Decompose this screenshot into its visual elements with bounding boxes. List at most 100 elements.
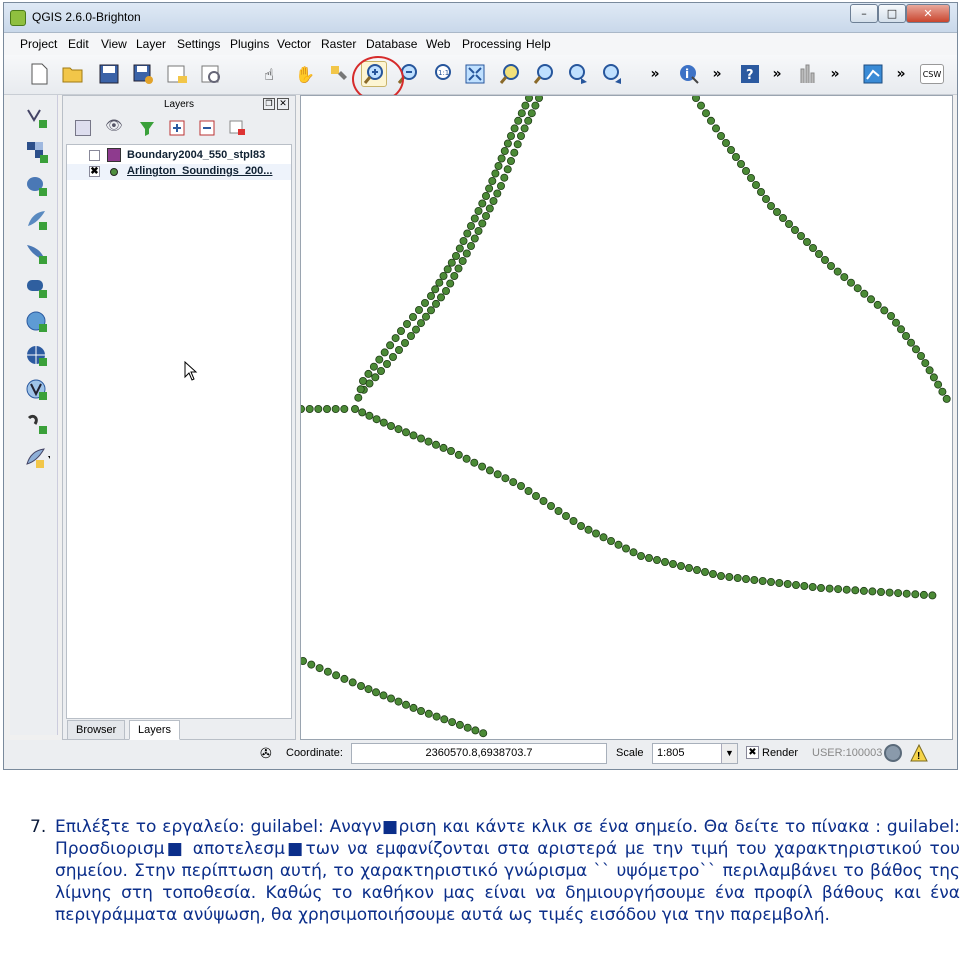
zoom-next-icon[interactable] — [599, 61, 625, 87]
sounding-point[interactable] — [925, 366, 934, 375]
sounding-point[interactable] — [684, 563, 693, 572]
menu-view[interactable]: View — [101, 37, 127, 51]
sounding-point[interactable] — [448, 718, 457, 727]
sounding-point[interactable] — [458, 256, 467, 265]
undock-icon[interactable]: ❐ — [263, 98, 275, 110]
save-as-icon[interactable] — [130, 61, 156, 87]
sounding-point[interactable] — [415, 305, 424, 314]
raster-histogram-icon[interactable] — [796, 61, 822, 87]
sounding-point[interactable] — [364, 685, 373, 694]
collapse-all-icon[interactable] — [199, 120, 217, 140]
sounding-point[interactable] — [873, 300, 882, 309]
sounding-point[interactable] — [439, 443, 448, 452]
menu-database[interactable]: Database — [366, 37, 417, 51]
sounding-point[interactable] — [358, 408, 367, 417]
toggle-extents-icon[interactable]: ✇ — [260, 745, 272, 762]
sounding-point[interactable] — [412, 325, 421, 334]
menu-raster[interactable]: Raster — [321, 37, 356, 51]
sounding-point[interactable] — [500, 173, 509, 182]
menu-vector[interactable]: Vector — [277, 37, 311, 51]
sounding-point[interactable] — [447, 258, 456, 267]
sounding-point[interactable] — [380, 348, 389, 357]
sounding-point[interactable] — [491, 169, 500, 178]
sounding-point[interactable] — [521, 101, 530, 110]
sounding-point[interactable] — [462, 249, 471, 258]
sounding-point[interactable] — [851, 586, 860, 595]
sounding-point[interactable] — [721, 139, 730, 148]
sounding-point[interactable] — [397, 326, 406, 335]
sounding-point[interactable] — [427, 291, 436, 300]
sounding-point[interactable] — [506, 157, 515, 166]
add-mssql-layer-icon[interactable] — [24, 241, 50, 267]
render-checkbox[interactable]: ✖ — [746, 746, 759, 759]
filter-legend-icon[interactable] — [139, 120, 155, 140]
sounding-point[interactable] — [481, 192, 490, 201]
csw-button[interactable]: CSW — [920, 64, 944, 84]
sounding-point[interactable] — [746, 174, 755, 183]
add-oracle-layer-icon[interactable] — [24, 275, 50, 301]
sounding-point[interactable] — [912, 345, 921, 354]
add-raster-layer-icon[interactable] — [24, 139, 50, 165]
menu-layer[interactable]: Layer — [136, 37, 166, 51]
menu-edit[interactable]: Edit — [68, 37, 89, 51]
sounding-point[interactable] — [561, 511, 570, 520]
close-button[interactable]: ✕ — [906, 4, 950, 23]
sounding-point[interactable] — [375, 355, 384, 364]
sounding-point[interactable] — [436, 293, 445, 302]
sounding-point[interactable] — [471, 726, 480, 735]
open-project-icon[interactable] — [60, 61, 86, 87]
sounding-point[interactable] — [576, 521, 585, 530]
sounding-point[interactable] — [466, 241, 475, 250]
sounding-point[interactable] — [921, 359, 930, 368]
sounding-point[interactable] — [424, 437, 433, 446]
sounding-point[interactable] — [772, 208, 781, 217]
sounding-point[interactable] — [796, 231, 805, 240]
zoom-last-icon[interactable] — [565, 61, 591, 87]
sounding-point[interactable] — [692, 96, 700, 102]
zoom-to-selection-icon[interactable] — [497, 61, 523, 87]
sounding-point[interactable] — [383, 359, 392, 368]
menu-processing[interactable]: Processing — [462, 37, 521, 51]
sounding-point[interactable] — [842, 585, 851, 594]
sounding-point[interactable] — [417, 319, 426, 328]
sounding-point[interactable] — [591, 529, 600, 538]
sounding-point[interactable] — [853, 284, 862, 293]
sounding-point[interactable] — [510, 124, 519, 133]
sounding-point[interactable] — [488, 177, 497, 186]
sounding-point[interactable] — [880, 306, 889, 315]
sounding-point[interactable] — [466, 222, 475, 231]
sounding-point[interactable] — [479, 729, 488, 738]
sounding-point[interactable] — [463, 723, 472, 732]
sounding-point[interactable] — [454, 450, 463, 459]
remove-layer-icon[interactable] — [229, 120, 247, 140]
sounding-point[interactable] — [860, 289, 869, 298]
sounding-point[interactable] — [470, 234, 479, 243]
sounding-point[interactable] — [351, 404, 360, 413]
sounding-point[interactable] — [815, 249, 824, 258]
sounding-point[interactable] — [919, 590, 928, 599]
help-icon[interactable]: ? — [737, 61, 763, 87]
messages-warning-icon[interactable]: ! — [910, 743, 928, 765]
zoom-full-icon[interactable] — [462, 61, 488, 87]
layer-row[interactable]: Boundary2004_550_stpl83 — [67, 148, 291, 164]
sounding-point[interactable] — [524, 116, 533, 125]
add-delimited-text-layer-icon[interactable] — [24, 411, 50, 437]
sounding-point[interactable] — [340, 674, 349, 683]
sounding-point[interactable] — [371, 373, 380, 382]
pan-to-selection-icon[interactable] — [326, 61, 352, 87]
panel-close-icon[interactable]: ✕ — [277, 98, 289, 110]
add-spatialite-layer-icon[interactable] — [24, 207, 50, 233]
sounding-point[interactable] — [629, 548, 638, 557]
sounding-point[interactable] — [520, 124, 529, 133]
sounding-point[interactable] — [386, 341, 395, 350]
sounding-point[interactable] — [402, 700, 411, 709]
touch-zoom-pan-icon[interactable]: ☝ — [256, 61, 282, 87]
sounding-point[interactable] — [821, 255, 830, 264]
new-print-composer-icon[interactable] — [164, 61, 190, 87]
sounding-point[interactable] — [800, 581, 809, 590]
sounding-point[interactable] — [877, 587, 886, 596]
sounding-point[interactable] — [387, 421, 396, 430]
sounding-point[interactable] — [736, 160, 745, 169]
save-project-icon[interactable] — [96, 61, 122, 87]
sounding-point[interactable] — [314, 404, 323, 413]
